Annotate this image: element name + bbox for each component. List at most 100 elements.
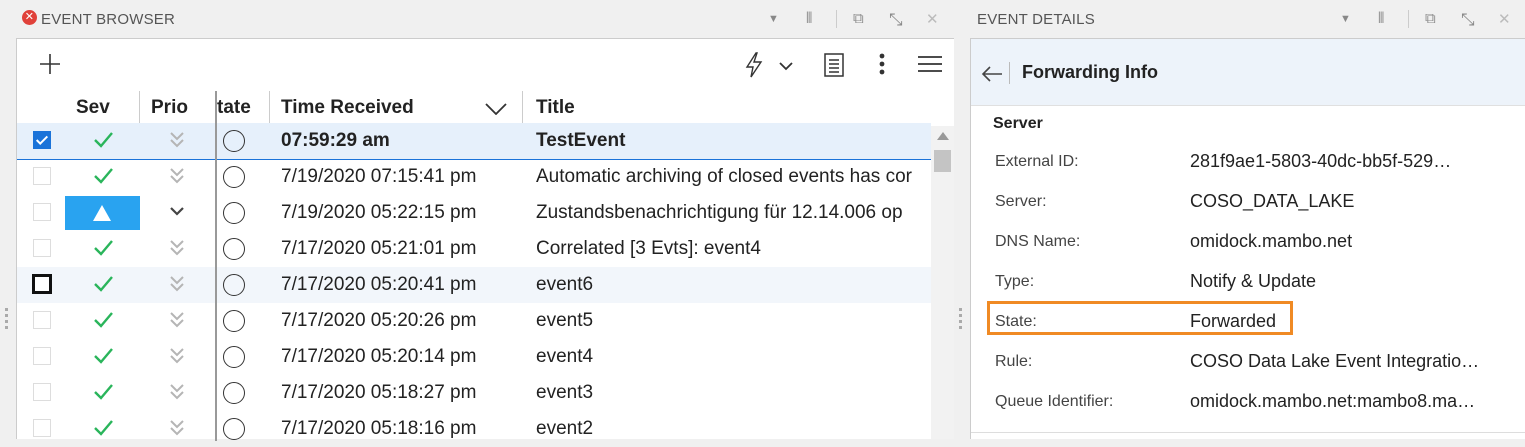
field-value: COSO_DATA_LAKE [1190,191,1355,211]
list-icon[interactable] [824,53,844,77]
close-icon[interactable]: ✕ [1498,10,1511,28]
chevron-down-icon[interactable] [779,61,793,71]
severity-normal-icon [92,128,114,150]
state-open-icon [223,238,245,260]
dropdown-icon[interactable]: ▼ [1340,13,1351,25]
row-checkbox[interactable] [32,274,52,294]
state-open-icon [223,274,245,296]
splitter-handle-left[interactable] [5,308,8,332]
title-cell: event3 [536,382,594,403]
divider [1408,10,1409,28]
state-highlight-box [987,301,1293,335]
title-cell: Zustandsbenachrichtigung für 12.14.006 o… [536,202,903,223]
divider [1009,62,1010,84]
time-received-cell: 7/17/2020 05:21:01 pm [281,238,477,259]
pin-icon[interactable]: ⫴ [1378,10,1385,27]
hamburger-icon[interactable] [918,55,942,73]
table-row[interactable]: 7/19/2020 07:15:41 pm Automatic archiving… [17,159,931,195]
field-value: Notify & Update [1190,271,1317,291]
field-value: 281f9ae1-5803-40dc-bb5f-529… [1190,151,1452,171]
priority-lowest-icon [169,418,185,438]
minimize-icon[interactable]: ⤡ [889,10,903,30]
row-checkbox[interactable] [33,347,51,365]
minimize-icon[interactable]: ⤡ [1461,10,1475,30]
title-cell: TestEvent [536,130,626,151]
row-checkbox[interactable] [33,239,51,257]
title-cell: event6 [536,274,594,295]
table-row[interactable]: 7/17/2020 05:18:27 pm event3 [17,375,931,411]
time-received-cell: 7/17/2020 05:18:27 pm [281,382,477,403]
severity-normal-icon [92,344,114,366]
time-received-cell: 7/19/2020 07:15:41 pm [281,166,477,187]
severity-normal-icon [92,164,114,186]
pin-icon[interactable]: ⫴ [806,10,813,27]
plus-icon[interactable] [39,53,61,75]
table-row[interactable]: 7/17/2020 05:20:14 pm event4 [17,339,931,375]
dropdown-icon[interactable]: ▼ [768,13,779,25]
back-arrow-icon[interactable] [981,66,1003,82]
event-details-panel: Forwarding Info Server External ID: 281f9… [970,38,1525,439]
column-divider[interactable] [139,91,140,126]
field-label: External ID: [995,153,1079,170]
scrollbar-thumb[interactable] [934,150,951,172]
panel-title: EVENT BROWSER [41,11,176,28]
field-value: COSO Data Lake Event Integratio… [1190,351,1480,371]
vertical-scrollbar[interactable] [931,126,954,439]
state-open-icon [223,310,245,332]
severity-normal-icon [92,236,114,258]
close-icon[interactable]: ✕ [926,10,939,28]
table-row[interactable]: 7/17/2020 05:18:16 pm event2 [17,411,931,447]
time-received-cell: 7/17/2020 05:18:16 pm [281,418,477,439]
row-checkbox[interactable] [33,131,51,149]
restore-icon[interactable]: ⧉ [1425,10,1436,27]
selected-row-underline [17,159,931,160]
priority-lowest-icon [169,238,185,258]
title-cell: Automatic archiving of closed events has… [536,166,912,187]
severity-normal-icon [92,308,114,330]
title-cell: event2 [536,418,594,439]
severity-major-icon [65,196,140,230]
pinned-column-divider [215,91,217,441]
column-header-time-received[interactable]: Time Received [281,97,414,119]
priority-lowest-icon [169,310,185,330]
time-received-cell: 7/19/2020 05:22:15 pm [281,202,477,223]
priority-lowest-icon [169,274,185,294]
severity-normal-icon [92,272,114,294]
table-row[interactable]: 07:59:29 am TestEvent [17,123,931,159]
title-cell: Correlated [3 Evts]: event4 [536,238,761,259]
state-open-icon [223,346,245,368]
field-label: DNS Name: [995,233,1081,250]
field-label: Rule: [995,353,1033,370]
time-received-cell: 7/17/2020 05:20:14 pm [281,346,477,367]
state-open-icon [223,382,245,404]
table-row[interactable]: 7/17/2020 05:20:26 pm event5 [17,303,931,339]
divider [836,10,837,28]
column-header-prio[interactable]: Prio [151,97,188,119]
column-header-title[interactable]: Title [536,97,575,119]
splitter-handle-middle[interactable] [959,308,962,332]
scroll-up-icon[interactable] [937,132,949,140]
table-row[interactable]: 7/17/2020 05:20:41 pm event6 [17,267,931,303]
sort-descending-icon[interactable] [485,103,507,115]
event-browser-panel: Sev Prio tate Time Received Title 07:59:… [16,38,954,441]
state-open-icon [223,130,245,152]
row-checkbox[interactable] [33,203,51,221]
state-open-icon [223,166,245,188]
column-divider[interactable] [269,91,270,126]
event-table-header: Sev Prio tate Time Received Title [17,91,954,127]
restore-icon[interactable]: ⧉ [853,10,864,27]
table-row[interactable]: 7/19/2020 05:22:15 pm Zustandsbenachricht… [17,195,931,231]
lightning-icon[interactable] [744,52,764,78]
row-checkbox[interactable] [33,419,51,437]
column-header-state[interactable]: tate [217,97,251,119]
error-icon: ✕ [22,10,37,25]
row-checkbox[interactable] [33,311,51,329]
field-value: omidock.mambo.net [1190,231,1353,251]
table-row[interactable]: 7/17/2020 05:21:01 pm Correlated [3 Evts]… [17,231,931,267]
row-checkbox[interactable] [33,167,51,185]
severity-normal-icon [92,380,114,402]
vertical-dots-icon[interactable] [879,53,885,75]
row-checkbox[interactable] [33,383,51,401]
column-divider[interactable] [522,91,523,126]
column-header-sev[interactable]: Sev [76,97,110,119]
